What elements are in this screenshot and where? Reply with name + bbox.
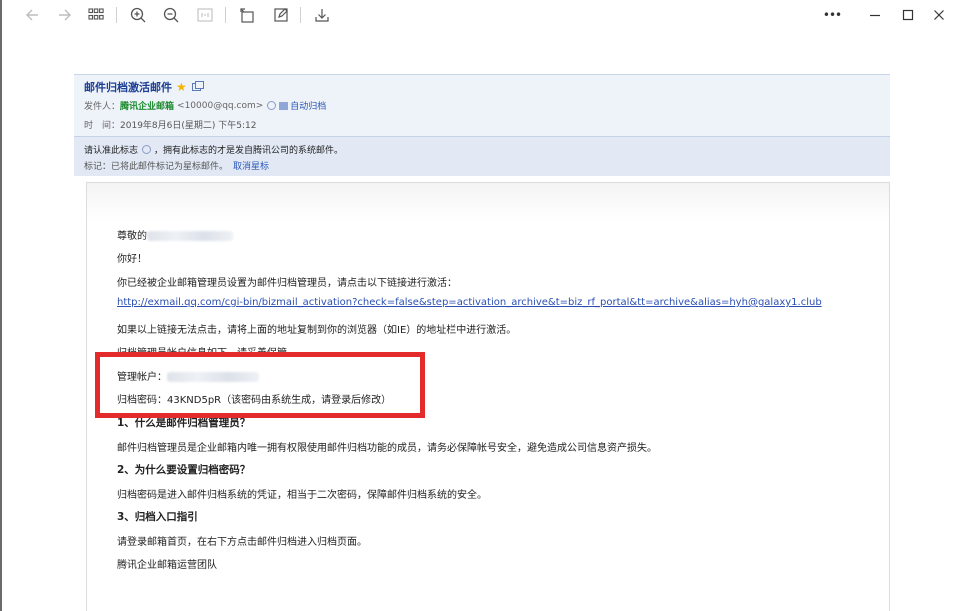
intro-text: 你已经被企业邮箱管理员设置为邮件归档管理员，请点击以下链接进行激活：: [117, 278, 457, 289]
mail-subject: 邮件归档激活邮件: [84, 81, 172, 94]
verify-badge-icon: [142, 144, 152, 154]
redacted-name: [147, 231, 233, 241]
verified-icon: [267, 101, 277, 110]
mail-header: 邮件归档激活邮件 ★ 发件人： 腾讯企业邮箱 <10000@qq.com> 自动…: [74, 74, 890, 136]
minimize-icon[interactable]: [864, 4, 886, 26]
window-edge: [0, 0, 2, 611]
q3-title: 3、归档入口指引: [117, 511, 198, 523]
notice-text-1: 请认准此标志: [84, 145, 139, 156]
greeting-text: 尊敬的: [117, 231, 147, 242]
rotate-icon[interactable]: [236, 4, 258, 26]
viewer-toolbar: •••: [2, 0, 956, 30]
archive-icon: [279, 101, 289, 110]
sender-row: 发件人： 腾讯企业邮箱 <10000@qq.com> 自动归档: [84, 96, 880, 115]
copy-hint-text: 如果以上链接无法点击，请将上面的地址复制到你的浏览器（如IE）的地址栏中进行激活…: [117, 325, 517, 336]
notice-bar: 请认准此标志 ，拥有此标志的才是发自腾讯公司的系统邮件。 标记：已将此邮件标记为…: [74, 136, 890, 176]
zoom-out-icon[interactable]: [160, 4, 182, 26]
more-options-button[interactable]: •••: [821, 4, 843, 26]
time-row: 时 间： 2019年8月6日(星期二) 下午5:12: [84, 115, 880, 134]
cancel-star-link[interactable]: 取消星标: [233, 159, 269, 172]
new-window-icon[interactable]: [191, 81, 204, 91]
time-label: 时 间：: [84, 121, 121, 131]
mail-view: 邮件归档激活邮件 ★ 发件人： 腾讯企业邮箱 <10000@qq.com> 自动…: [74, 74, 890, 611]
fit-page-icon[interactable]: [194, 4, 216, 26]
auto-archive-link[interactable]: 自动归档: [290, 99, 326, 112]
edit-icon[interactable]: [270, 4, 292, 26]
sender-name[interactable]: 腾讯企业邮箱: [120, 99, 174, 112]
signature: 腾讯企业邮箱运营团队: [117, 560, 217, 571]
sender-email: <10000@qq.com>: [177, 100, 264, 111]
sender-label: 发件人：: [84, 102, 121, 112]
activation-link[interactable]: http://exmail.qq.com/cgi-bin/bizmail_act…: [117, 297, 822, 308]
zoom-in-icon[interactable]: [127, 4, 149, 26]
flag-text: 标记：已将此邮件标记为星标邮件。: [84, 161, 229, 172]
back-arrow-icon[interactable]: [22, 4, 44, 26]
forward-arrow-icon[interactable]: [53, 4, 75, 26]
maximize-icon[interactable]: [897, 4, 919, 26]
grid-view-icon[interactable]: [85, 4, 107, 26]
hello-text: 你好！: [117, 254, 147, 265]
q2-title: 2、为什么要设置归档密码？: [117, 464, 251, 476]
q2-text: 归档密码是进入邮件归档系统的凭证，相当于二次密码，保障邮件归档系统的安全。: [117, 490, 487, 501]
close-icon[interactable]: [928, 4, 950, 26]
time-value: 2019年8月6日(星期二) 下午5:12: [120, 121, 257, 131]
q3-text: 请登录邮箱首页，在右下方点击邮件归档进入归档页面。: [117, 537, 367, 548]
highlight-box: [95, 352, 425, 418]
star-icon[interactable]: ★: [176, 80, 187, 94]
greeting-line: 尊敬的: [117, 227, 233, 242]
q1-text: 邮件归档管理员是企业邮箱内唯一拥有权限使用邮件归档功能的成员，请务必保障帐号安全…: [117, 443, 657, 454]
download-icon[interactable]: [311, 4, 333, 26]
notice-text-2: ，拥有此标志的才是发自腾讯公司的系统邮件。: [154, 145, 344, 156]
